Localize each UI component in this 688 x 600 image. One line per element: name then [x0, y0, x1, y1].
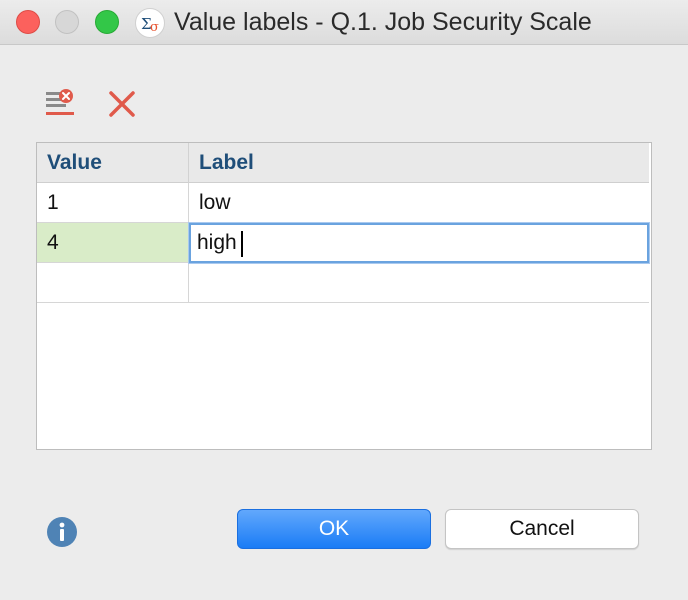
minimize-window-button[interactable] [55, 10, 79, 34]
table-row[interactable] [37, 263, 649, 303]
delete-x-icon [109, 91, 135, 117]
close-window-button[interactable] [16, 10, 40, 34]
table-row[interactable]: 1 low [37, 183, 649, 223]
column-header-value[interactable]: Value [37, 143, 189, 183]
value-labels-table: Value Label 1 low 4 [36, 142, 652, 450]
info-icon [47, 517, 77, 547]
label-cell[interactable]: low [189, 183, 649, 222]
label-input[interactable] [197, 226, 637, 260]
text-caret [241, 231, 243, 257]
value-cell[interactable] [37, 263, 189, 302]
sigma-icon: Σ σ [135, 8, 165, 38]
maximize-window-button[interactable] [95, 10, 119, 34]
window-title: Value labels - Q.1. Job Security Scale [174, 8, 592, 36]
title-bar: Σ σ Value labels - Q.1. Job Security Sca… [0, 0, 688, 45]
value-labels-dialog: Σ σ Value labels - Q.1. Job Security Sca… [0, 0, 688, 600]
value-cell[interactable]: 4 [37, 223, 189, 262]
delete-button[interactable] [106, 88, 138, 120]
clear-list-icon [46, 89, 74, 115]
label-cell[interactable] [189, 263, 649, 302]
cancel-button[interactable]: Cancel [445, 509, 639, 549]
ok-button[interactable]: OK [237, 509, 431, 549]
table-header: Value Label [37, 143, 649, 183]
column-header-label[interactable]: Label [189, 143, 649, 183]
value-cell[interactable]: 1 [37, 183, 189, 222]
clear-list-button[interactable] [44, 88, 76, 120]
svg-text:σ: σ [150, 20, 159, 35]
label-edit-field[interactable] [189, 223, 649, 263]
info-button[interactable] [46, 516, 78, 548]
